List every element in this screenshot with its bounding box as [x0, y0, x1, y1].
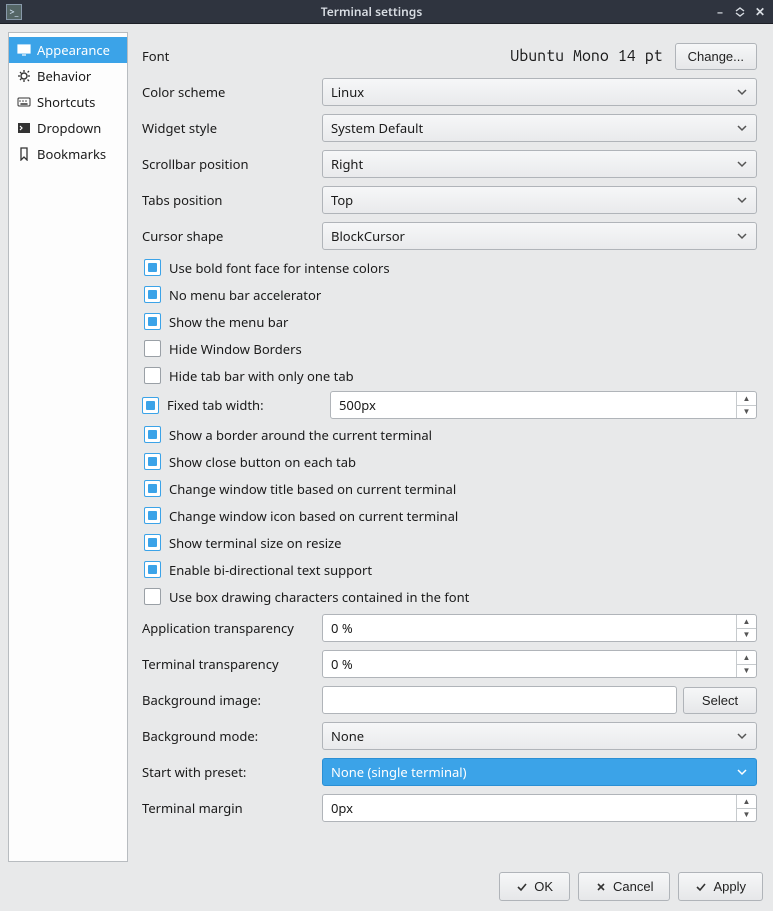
sidebar-item-label: Behavior — [37, 67, 91, 85]
spin-up-icon[interactable]: ▲ — [737, 795, 756, 809]
font-value: Ubuntu Mono 14 pt — [322, 47, 669, 65]
hide-borders-label: Hide Window Borders — [169, 340, 302, 358]
spin-down-icon[interactable]: ▼ — [737, 665, 756, 678]
hide-tabbar-checkbox[interactable] — [144, 367, 161, 384]
bg-image-field[interactable] — [322, 686, 677, 714]
color-scheme-combo[interactable]: Linux — [322, 78, 757, 106]
preset-combo[interactable]: None (single terminal) — [322, 758, 757, 786]
app-icon: >_ — [6, 4, 22, 20]
tabs-pos-combo[interactable]: Top — [322, 186, 757, 214]
fixed-tab-width-label: Fixed tab width: — [167, 396, 264, 414]
spin-down-icon[interactable]: ▼ — [737, 629, 756, 642]
gear-icon — [17, 69, 31, 83]
chevron-down-icon — [736, 122, 748, 134]
show-size-label: Show terminal size on resize — [169, 534, 341, 552]
sidebar-item-label: Bookmarks — [37, 145, 106, 163]
sidebar: Appearance Behavior Shortcuts Dropdown B… — [8, 32, 128, 862]
show-size-checkbox[interactable] — [144, 534, 161, 551]
widget-style-combo[interactable]: System Default — [322, 114, 757, 142]
widget-style-label: Widget style — [142, 119, 312, 137]
maximize-button[interactable] — [733, 5, 747, 19]
sidebar-item-bookmarks[interactable]: Bookmarks — [9, 141, 127, 167]
check-icon — [695, 881, 707, 893]
preset-label: Start with preset: — [142, 763, 312, 781]
term-transparency-spin[interactable]: 0 % ▲▼ — [322, 650, 757, 678]
bidi-checkbox[interactable] — [144, 561, 161, 578]
minimize-button[interactable]: – — [713, 5, 727, 19]
hide-borders-checkbox[interactable] — [144, 340, 161, 357]
change-title-checkbox[interactable] — [144, 480, 161, 497]
term-transparency-label: Terminal transparency — [142, 655, 312, 673]
no-menu-accel-checkbox[interactable] — [144, 286, 161, 303]
bookmark-icon — [17, 147, 31, 161]
chevron-down-icon — [736, 730, 748, 742]
border-terminal-label: Show a border around the current termina… — [169, 426, 432, 444]
app-transparency-spin[interactable]: 0 % ▲▼ — [322, 614, 757, 642]
terminal-icon — [17, 121, 31, 135]
change-icon-checkbox[interactable] — [144, 507, 161, 524]
scrollbar-pos-label: Scrollbar position — [142, 155, 312, 173]
keyboard-icon — [17, 95, 31, 109]
bg-mode-combo[interactable]: None — [322, 722, 757, 750]
bidi-label: Enable bi-directional text support — [169, 561, 372, 579]
sidebar-item-label: Appearance — [37, 41, 110, 59]
bg-image-label: Background image: — [142, 691, 312, 709]
change-icon-label: Change window icon based on current term… — [169, 507, 458, 525]
monitor-icon — [17, 43, 31, 57]
spin-up-icon[interactable]: ▲ — [737, 651, 756, 665]
border-terminal-checkbox[interactable] — [144, 426, 161, 443]
chevron-down-icon — [736, 194, 748, 206]
change-title-label: Change window title based on current ter… — [169, 480, 456, 498]
tabs-pos-label: Tabs position — [142, 191, 312, 209]
window-title: Terminal settings — [30, 3, 713, 20]
check-icon — [516, 881, 528, 893]
spin-up-icon[interactable]: ▲ — [737, 392, 756, 406]
close-btn-tab-label: Show close button on each tab — [169, 453, 356, 471]
sidebar-item-dropdown[interactable]: Dropdown — [9, 115, 127, 141]
chevron-down-icon — [736, 158, 748, 170]
sidebar-item-label: Shortcuts — [37, 93, 95, 111]
sidebar-item-label: Dropdown — [37, 119, 101, 137]
sidebar-item-shortcuts[interactable]: Shortcuts — [9, 89, 127, 115]
sidebar-item-appearance[interactable]: Appearance — [9, 37, 127, 63]
cursor-shape-combo[interactable]: BlockCursor — [322, 222, 757, 250]
fixed-tab-width-checkbox[interactable] — [142, 397, 159, 414]
select-bg-button[interactable]: Select — [683, 687, 757, 714]
hide-tabbar-label: Hide tab bar with only one tab — [169, 367, 354, 385]
spin-up-icon[interactable]: ▲ — [737, 615, 756, 629]
show-menu-checkbox[interactable] — [144, 313, 161, 330]
x-icon — [595, 881, 607, 893]
change-font-button[interactable]: Change... — [675, 43, 757, 70]
color-scheme-label: Color scheme — [142, 83, 312, 101]
scrollbar-pos-combo[interactable]: Right — [322, 150, 757, 178]
show-menu-label: Show the menu bar — [169, 313, 288, 331]
dialog-footer: OK Cancel Apply — [8, 862, 765, 903]
close-button[interactable]: ✕ — [753, 5, 767, 19]
chevron-down-icon — [736, 230, 748, 242]
close-btn-tab-checkbox[interactable] — [144, 453, 161, 470]
app-transparency-label: Application transparency — [142, 619, 312, 637]
margin-spin[interactable]: 0px ▲▼ — [322, 794, 757, 822]
bold-intense-checkbox[interactable] — [144, 259, 161, 276]
spin-down-icon[interactable]: ▼ — [737, 406, 756, 419]
margin-label: Terminal margin — [142, 799, 312, 817]
chevron-down-icon — [736, 86, 748, 98]
spin-down-icon[interactable]: ▼ — [737, 809, 756, 822]
titlebar: >_ Terminal settings – ✕ — [0, 0, 773, 24]
box-drawing-label: Use box drawing characters contained in … — [169, 588, 469, 606]
font-label: Font — [142, 47, 312, 65]
no-menu-accel-label: No menu bar accelerator — [169, 286, 321, 304]
bg-mode-label: Background mode: — [142, 727, 312, 745]
fixed-tab-width-spin[interactable]: 500px ▲▼ — [330, 391, 757, 419]
bold-intense-label: Use bold font face for intense colors — [169, 259, 390, 277]
cancel-button[interactable]: Cancel — [578, 872, 670, 901]
apply-button[interactable]: Apply — [678, 872, 763, 901]
settings-panel: Font Ubuntu Mono 14 pt Change... Color s… — [136, 32, 765, 862]
cursor-shape-label: Cursor shape — [142, 227, 312, 245]
chevron-down-icon — [736, 766, 748, 778]
sidebar-item-behavior[interactable]: Behavior — [9, 63, 127, 89]
box-drawing-checkbox[interactable] — [144, 588, 161, 605]
ok-button[interactable]: OK — [499, 872, 570, 901]
